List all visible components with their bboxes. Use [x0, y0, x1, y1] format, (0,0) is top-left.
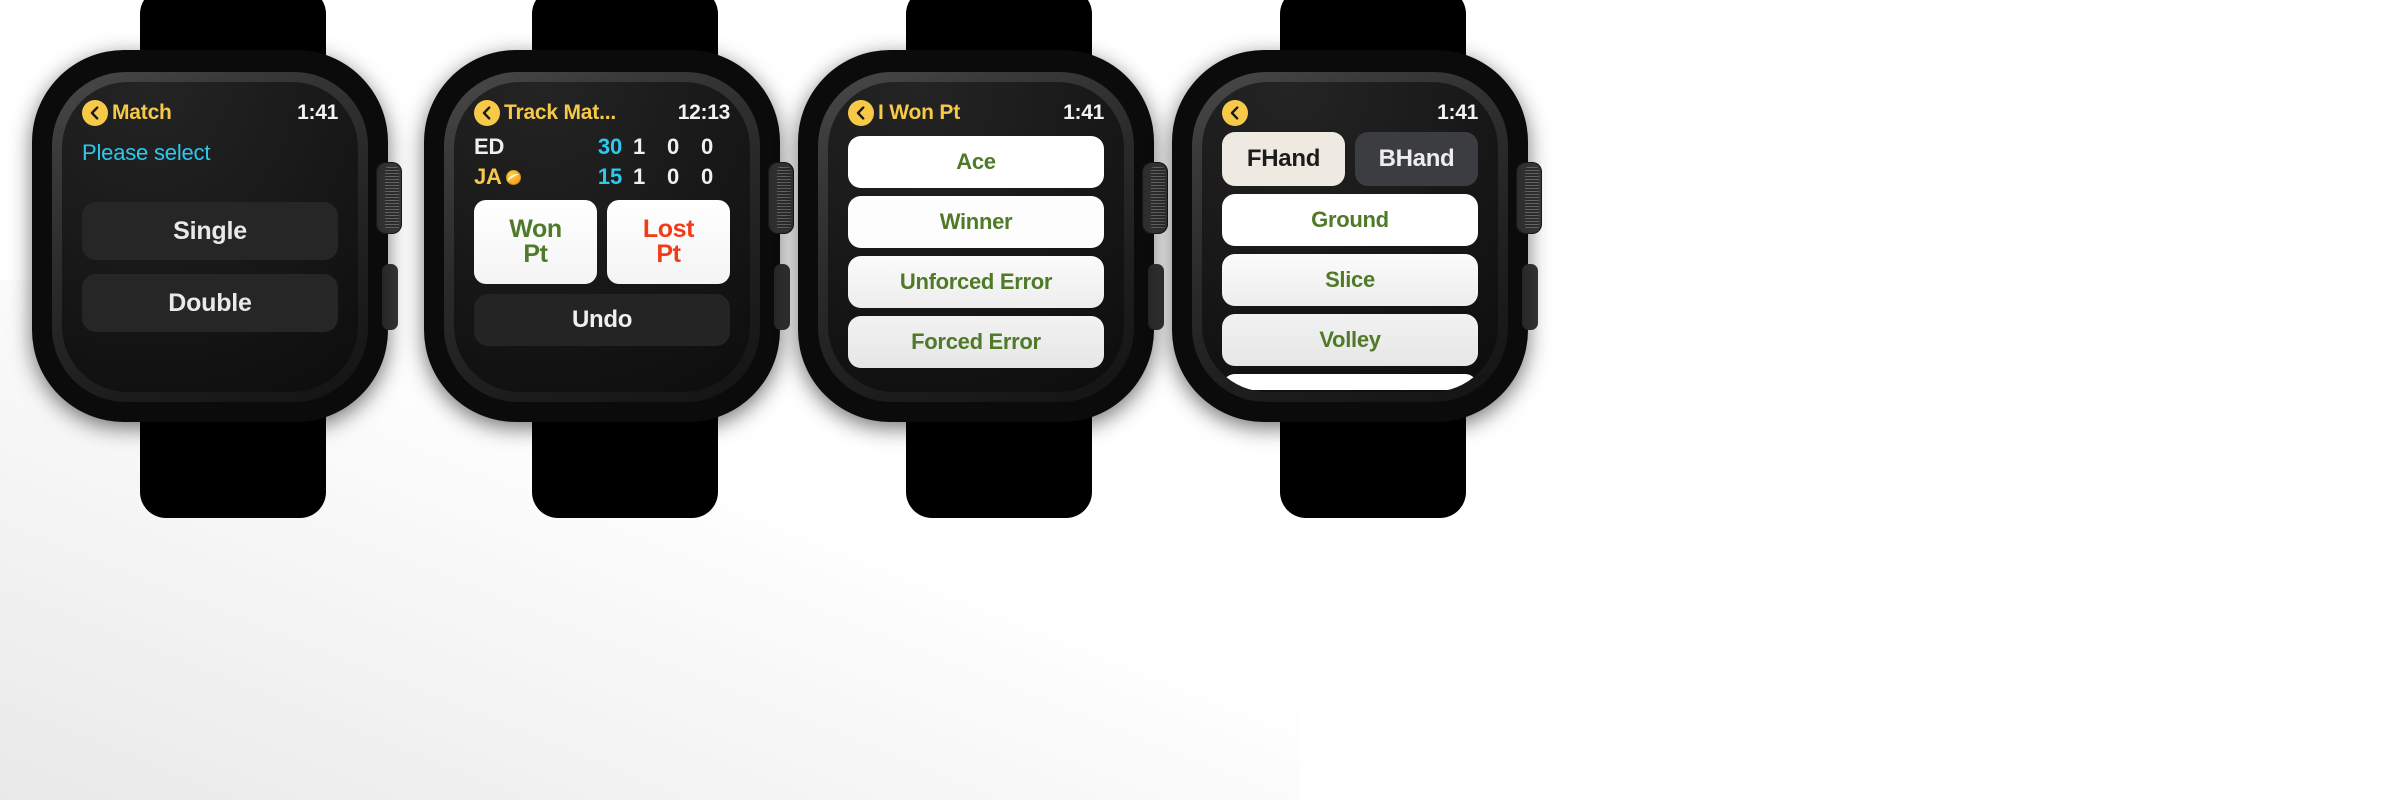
chevron-left-icon — [1230, 106, 1239, 120]
option-ace-button[interactable]: Ace — [848, 136, 1104, 188]
segment-forehand[interactable]: FHand — [1222, 132, 1345, 186]
side-button[interactable] — [1522, 264, 1538, 330]
digital-crown[interactable] — [1142, 162, 1168, 234]
digital-crown[interactable] — [1516, 162, 1542, 234]
page-title: Track Mat... — [504, 101, 616, 124]
chevron-left-icon — [482, 106, 491, 120]
back-button[interactable] — [82, 100, 108, 126]
set-score: 1 — [632, 134, 646, 159]
status-bar: 1:41 — [1222, 98, 1478, 128]
double-button[interactable]: Double — [82, 274, 338, 332]
set-score: 0 — [666, 164, 680, 189]
back-button[interactable] — [1222, 100, 1248, 126]
clock-time: 1:41 — [297, 101, 338, 124]
won-label-line1: Won — [509, 215, 562, 243]
watch-screen: Track Mat... 12:13 ED 30 1 0 0 JA 15 1 0… — [454, 82, 750, 392]
won-point-button[interactable]: Won Pt — [474, 200, 597, 284]
watch-screen: 1:41 FHand BHand Ground Slice Volley — [1202, 82, 1498, 392]
set-score: 0 — [700, 134, 714, 159]
watch-case: Match 1:41 Please select Single Double — [32, 50, 402, 422]
lost-label-line1: Lost — [642, 215, 695, 243]
option-slice-button[interactable]: Slice — [1222, 254, 1478, 306]
watch-bezel: Match 1:41 Please select Single Double — [52, 72, 368, 402]
watch-screen: Match 1:41 Please select Single Double — [62, 82, 358, 392]
chevron-left-icon — [90, 106, 99, 120]
clock-time: 1:41 — [1063, 101, 1104, 124]
set-score: 0 — [700, 164, 714, 189]
tennis-ball-icon — [505, 169, 521, 185]
digital-crown[interactable] — [376, 162, 402, 234]
player-name-serving: JA — [474, 164, 570, 190]
set-score: 1 — [632, 164, 646, 189]
side-button[interactable] — [774, 264, 790, 330]
digital-crown[interactable] — [768, 162, 794, 234]
watch-device-shot-type: 1:41 FHand BHand Ground Slice Volley — [1172, 0, 1552, 518]
option-unforced-error-button[interactable]: Unforced Error — [848, 256, 1104, 308]
undo-button[interactable]: Undo — [474, 294, 730, 346]
back-button[interactable] — [474, 100, 500, 126]
watch-bezel: I Won Pt 1:41 Ace Winner Unforced Error … — [818, 72, 1134, 402]
player-points: 30 — [597, 134, 622, 159]
option-ground-button[interactable]: Ground — [1222, 194, 1478, 246]
lost-label-line2: Pt — [656, 240, 681, 268]
side-button[interactable] — [1148, 264, 1164, 330]
watch-case: Track Mat... 12:13 ED 30 1 0 0 JA 15 1 0… — [424, 50, 794, 422]
lost-point-button[interactable]: Lost Pt — [607, 200, 730, 284]
watch-device-match-select: Match 1:41 Please select Single Double — [32, 0, 412, 518]
player-points: 15 — [597, 164, 622, 189]
watch-device-track-match: Track Mat... 12:13 ED 30 1 0 0 JA 15 1 0… — [424, 0, 804, 518]
scoreboard-row: JA 15 1 0 0 — [474, 162, 730, 192]
page-title: Match — [112, 101, 172, 124]
side-button[interactable] — [382, 264, 398, 330]
player-name: JA — [474, 164, 502, 189]
point-actions: Won Pt Lost Pt — [474, 200, 730, 284]
watch-screen: I Won Pt 1:41 Ace Winner Unforced Error … — [828, 82, 1124, 392]
clock-time: 12:13 — [677, 101, 731, 124]
single-button[interactable]: Single — [82, 202, 338, 260]
screenshot-stage: Match 1:41 Please select Single Double T… — [0, 0, 2400, 800]
option-winner-button[interactable]: Winner — [848, 196, 1104, 248]
watch-device-i-won-pt: I Won Pt 1:41 Ace Winner Unforced Error … — [798, 0, 1178, 518]
hand-segmented-control: FHand BHand — [1222, 132, 1478, 186]
page-title: I Won Pt — [878, 101, 961, 124]
watch-case: I Won Pt 1:41 Ace Winner Unforced Error … — [798, 50, 1168, 422]
set-score: 0 — [666, 134, 680, 159]
watch-bezel: Track Mat... 12:13 ED 30 1 0 0 JA 15 1 0… — [444, 72, 760, 402]
won-label-line2: Pt — [523, 240, 548, 268]
watch-bezel: 1:41 FHand BHand Ground Slice Volley — [1192, 72, 1508, 402]
status-bar: I Won Pt 1:41 — [848, 98, 1104, 128]
option-next-partial[interactable] — [1222, 374, 1478, 390]
option-volley-button[interactable]: Volley — [1222, 314, 1478, 366]
status-bar: Track Mat... 12:13 — [474, 98, 730, 128]
segment-backhand[interactable]: BHand — [1355, 132, 1478, 186]
watch-case: 1:41 FHand BHand Ground Slice Volley — [1172, 50, 1542, 422]
option-forced-error-button[interactable]: Forced Error — [848, 316, 1104, 368]
player-name: ED — [474, 134, 505, 159]
chevron-left-icon — [856, 106, 865, 120]
clock-time: 1:41 — [1437, 101, 1478, 124]
status-bar: Match 1:41 — [82, 98, 338, 128]
prompt-text: Please select — [82, 140, 211, 165]
scoreboard-row: ED 30 1 0 0 — [474, 132, 730, 162]
back-button[interactable] — [848, 100, 874, 126]
